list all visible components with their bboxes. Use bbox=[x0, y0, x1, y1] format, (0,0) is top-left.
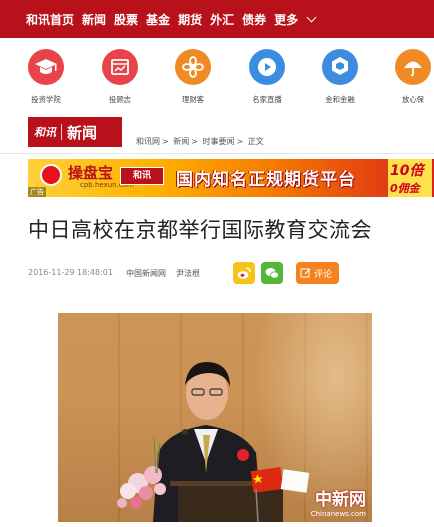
watermark-chinanews: 中新网 bbox=[315, 490, 366, 510]
quick-link-label: 放心保 bbox=[401, 95, 425, 104]
quick-link-label: 名家直播 bbox=[252, 95, 282, 104]
article-author: 尹法根 bbox=[176, 269, 200, 278]
weibo-share-button[interactable] bbox=[233, 262, 255, 284]
nav-item-funds[interactable]: 基金 bbox=[146, 11, 170, 28]
logo-news-text: 新闻 bbox=[67, 123, 98, 142]
ad-coin-icon bbox=[40, 164, 62, 186]
quick-links-row: 投资学院 投顾志 理财客 名家直播 金和金融 放心保 bbox=[0, 44, 434, 110]
edit-icon bbox=[300, 268, 311, 278]
breadcrumb-item-current: 正文 bbox=[247, 137, 264, 146]
hexagon-icon bbox=[322, 49, 358, 85]
logo-hexun-text: 和讯 bbox=[34, 126, 56, 139]
wechat-share-button[interactable] bbox=[261, 262, 283, 284]
photo-watermark: 中新网 Chinanews.com bbox=[311, 485, 366, 518]
flower-icon bbox=[175, 49, 211, 85]
quick-link-advisor[interactable]: 投顾志 bbox=[92, 49, 148, 105]
nav-item-forex[interactable]: 外汇 bbox=[210, 11, 234, 28]
quick-link-label: 投顾志 bbox=[108, 95, 132, 104]
ad-promo-bottom: 0佣金 bbox=[390, 182, 420, 195]
graduation-cap-icon bbox=[28, 49, 64, 85]
quick-link-finance[interactable]: 金和金融 bbox=[312, 49, 368, 105]
quick-link-label: 投资学院 bbox=[31, 95, 61, 104]
breadcrumb-item-home[interactable]: 和讯网 bbox=[136, 137, 160, 146]
weibo-icon bbox=[237, 267, 251, 279]
chart-window-icon bbox=[102, 49, 138, 85]
nav-item-stocks[interactable]: 股票 bbox=[114, 11, 138, 28]
quick-link-insurance[interactable]: 放心保 bbox=[385, 49, 434, 105]
nav-item-futures[interactable]: 期货 bbox=[178, 11, 202, 28]
comment-label: 评论 bbox=[314, 269, 333, 280]
article-title: 中日高校在京都举行国际教育交流会 bbox=[28, 218, 372, 242]
watermark-url: Chinanews.com bbox=[310, 510, 366, 518]
nav-item-bonds[interactable]: 债券 bbox=[242, 11, 266, 28]
article-meta: 2016-11-29 18:48:01 中国新闻网 尹法根 评论 bbox=[28, 262, 408, 286]
article-datetime: 2016-11-29 18:48:01 bbox=[28, 268, 113, 277]
breadcrumb-item-headlines[interactable]: 时事要闻 bbox=[203, 137, 235, 146]
hexun-news-logo[interactable]: 和讯 新闻 bbox=[28, 117, 122, 147]
ad-hexun-logo: 和讯 bbox=[120, 167, 164, 185]
chevron-down-icon bbox=[306, 12, 317, 22]
quick-link-wealth[interactable]: 理财客 bbox=[165, 49, 221, 105]
breadcrumb-item-news[interactable]: 新闻 bbox=[173, 137, 189, 146]
section-header: 和讯 新闻 和讯网 > 新闻 > 时事要闻 > 正文 bbox=[0, 114, 434, 154]
ad-promo-top: 10倍 bbox=[390, 163, 424, 179]
nav-item-home[interactable]: 和讯首页 bbox=[26, 11, 74, 28]
ad-promo-badge: 10倍 0佣金 bbox=[388, 159, 432, 197]
ad-slogan: 国内知名正规期货平台 bbox=[176, 170, 356, 190]
ad-product-name: 操盘宝 bbox=[68, 164, 114, 182]
article-photo: 中新网 Chinanews.com bbox=[58, 313, 372, 522]
quick-link-live[interactable]: 名家直播 bbox=[239, 49, 295, 105]
nav-more-label: 更多 bbox=[274, 12, 299, 27]
umbrella-icon bbox=[395, 49, 431, 85]
quick-link-label: 金和金融 bbox=[325, 95, 355, 104]
comment-button[interactable]: 评论 bbox=[296, 262, 339, 284]
ad-banner[interactable]: 操盘宝 cpb.hexun.com 和讯 国内知名正规期货平台 10倍 0佣金 … bbox=[28, 159, 434, 197]
ad-tag: 广告 bbox=[28, 187, 46, 197]
quick-link-invest-academy[interactable]: 投资学院 bbox=[18, 49, 74, 105]
top-nav-bar: 和讯首页 新闻 股票 基金 期货 外汇 债券 更多 bbox=[0, 0, 434, 38]
quick-link-label: 理财客 bbox=[181, 95, 205, 104]
logo-divider bbox=[61, 124, 62, 140]
breadcrumb: 和讯网 > 新闻 > 时事要闻 > 正文 bbox=[136, 137, 264, 146]
wechat-icon bbox=[265, 268, 279, 279]
play-icon bbox=[249, 49, 285, 85]
article-source[interactable]: 中国新闻网 bbox=[126, 268, 166, 279]
nav-item-news[interactable]: 新闻 bbox=[82, 11, 106, 28]
nav-more-button[interactable]: 更多 bbox=[274, 11, 317, 28]
